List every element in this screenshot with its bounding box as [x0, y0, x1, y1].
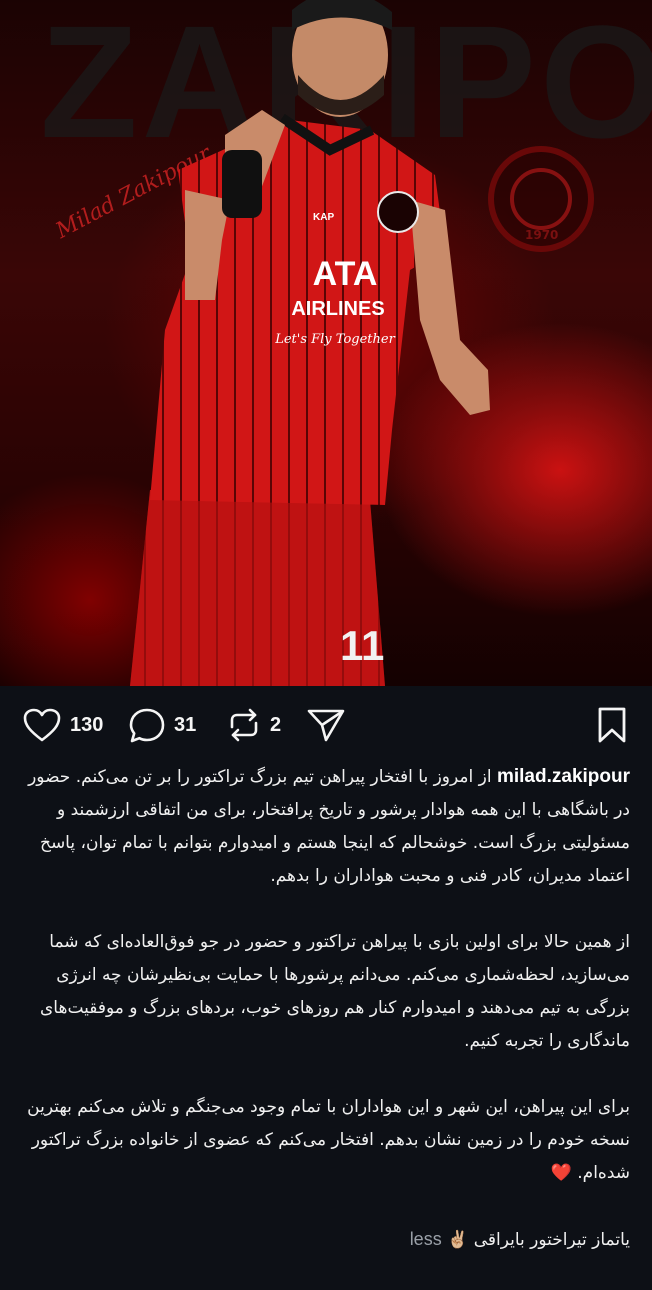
caption-paragraph-3: برای این پیراهن، این شهر و این هواداران … — [20, 1091, 630, 1190]
bookmark-icon — [598, 707, 626, 743]
caption-paragraph-2: از همین حالا برای اولین بازی با پیراهن ت… — [40, 932, 630, 1051]
post-action-bar: 130 31 2 — [0, 686, 652, 762]
kit-brand: KAP — [313, 212, 334, 223]
heart-icon — [23, 708, 61, 742]
caption-paragraph-1: milad.zakipour از امروز با افتخار پیراهن… — [20, 760, 630, 893]
comment-icon — [129, 708, 165, 743]
jersey-number: 11 — [340, 622, 384, 669]
caption-last-line: یاتماز تیراختور بایراقی ✌🏼 less — [20, 1223, 630, 1257]
repost-button[interactable]: 2 — [226, 708, 281, 742]
sponsor-ata: ATA — [313, 255, 378, 293]
post-caption: milad.zakipour از امروز با افتخار پیراهن… — [20, 760, 630, 1290]
red-heart-icon: ❤️ — [550, 1163, 572, 1183]
victory-hand-icon: ✌🏼 — [447, 1230, 469, 1250]
jersey-crest — [377, 191, 419, 233]
like-button[interactable]: 130 — [22, 708, 103, 742]
repost-icon — [230, 708, 258, 742]
less-link[interactable]: less — [410, 1229, 442, 1249]
caption-slogan: یاتماز تیراختور بایراقی — [473, 1230, 630, 1250]
send-icon — [307, 709, 345, 742]
player-figure: ATA AIRLINES Let's Fly Together KAP 11 — [130, 0, 490, 686]
sponsor-airlines: AIRLINES — [291, 298, 384, 320]
caption-para1-first: از امروز با افتخار پیراهن تیم بزرگ تراکت… — [134, 767, 492, 787]
username-link[interactable]: milad.zakipour — [497, 766, 630, 787]
sponsor-tagline: Let's Fly Together — [274, 332, 395, 347]
repost-count: 2 — [270, 713, 282, 736]
comment-count: 31 — [174, 713, 197, 736]
like-count: 130 — [70, 713, 104, 736]
bookmark-button[interactable] — [596, 706, 628, 748]
post-image[interactable]: ZAKIPOUR Milad Zakipour 1970 ATA AIRLINE… — [0, 0, 652, 686]
caption-para3-text: برای این پیراهن، این شهر و این هواداران … — [27, 1097, 630, 1183]
comment-button[interactable]: 31 — [128, 708, 197, 743]
share-button[interactable] — [306, 708, 346, 742]
